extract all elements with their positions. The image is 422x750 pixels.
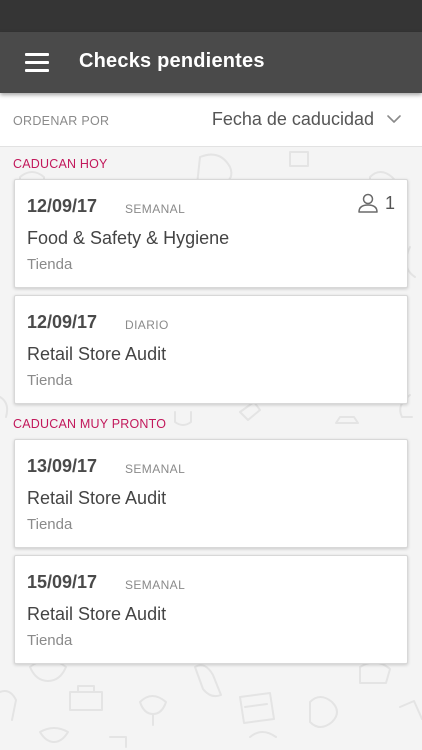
card-location: Tienda (27, 372, 73, 389)
chevron-down-icon[interactable] (386, 113, 402, 125)
check-card[interactable]: 12/09/17 SEMANAL 1 Food & Safety & Hygie… (14, 179, 408, 288)
card-location: Tienda (27, 632, 73, 649)
sort-label: ORDENAR POR (13, 114, 110, 128)
card-location: Tienda (27, 516, 73, 533)
card-frequency: SEMANAL (125, 462, 186, 476)
sort-select-value[interactable]: Fecha de caducidad (212, 109, 374, 130)
user-icon (358, 193, 378, 213)
check-card[interactable]: 13/09/17 SEMANAL Retail Store Audit Tien… (14, 439, 408, 548)
card-date: 12/09/17 (27, 312, 98, 332)
sort-bar: ORDENAR POR Fecha de caducidad (0, 93, 422, 147)
card-title: Retail Store Audit (27, 488, 167, 508)
status-bar (0, 0, 422, 32)
card-frequency: SEMANAL (125, 202, 186, 216)
card-location: Tienda (27, 256, 73, 273)
card-frequency: DIARIO (125, 318, 169, 332)
card-date: 12/09/17 (27, 196, 98, 216)
check-card[interactable]: 12/09/17 DIARIO Retail Store Audit Tiend… (14, 295, 408, 404)
assignee-count: 1 (384, 192, 395, 213)
app-bar: Checks pendientes (0, 32, 422, 93)
assignee-badge: 1 (357, 192, 395, 214)
card-frequency: SEMANAL (125, 578, 186, 592)
card-date: 13/09/17 (27, 456, 98, 476)
card-title: Retail Store Audit (27, 604, 167, 624)
section-header-caducan-hoy: CADUCAN HOY (13, 157, 108, 171)
card-date: 15/09/17 (27, 572, 98, 592)
hamburger-menu-icon[interactable] (25, 53, 49, 72)
check-card[interactable]: 15/09/17 SEMANAL Retail Store Audit Tien… (14, 555, 408, 664)
section-header-caducan-muy-pronto: CADUCAN MUY PRONTO (13, 417, 167, 431)
page-title: Checks pendientes (79, 50, 265, 72)
card-title: Food & Safety & Hygiene (27, 228, 230, 248)
card-title: Retail Store Audit (27, 344, 167, 364)
